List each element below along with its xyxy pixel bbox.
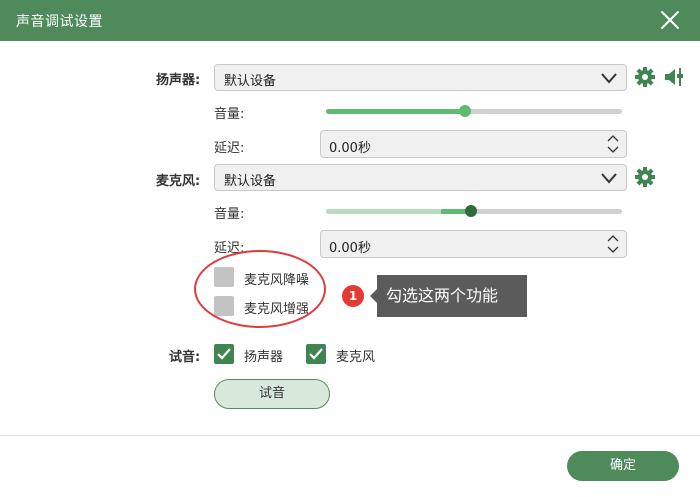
chevron-down-icon	[601, 73, 617, 84]
speaker-volume-mixer-icon[interactable]	[663, 65, 685, 87]
test-microphone-label: 麦克风	[336, 350, 376, 365]
chevron-down-icon[interactable]	[607, 146, 619, 154]
speaker-delay-value: 0.00秒	[329, 141, 371, 156]
slider-fill	[326, 109, 466, 114]
chevron-up-icon[interactable]	[607, 234, 619, 242]
microphone-delay-stepper[interactable]: 0.00秒	[320, 230, 627, 258]
microphone-level-meter	[326, 209, 442, 214]
test-speaker-checkbox[interactable]	[214, 344, 234, 364]
annotation-text: 勾选这两个功能	[386, 286, 499, 305]
speaker-delay-label: 延迟:	[214, 141, 245, 156]
microphone-delay-value: 0.00秒	[329, 241, 371, 256]
speaker-label: 扬声器:	[156, 73, 201, 88]
test-speaker-label: 扬声器	[244, 350, 284, 365]
chevron-up-icon[interactable]	[607, 134, 619, 142]
annotation-tooltip: 勾选这两个功能	[370, 275, 527, 317]
title-bar: 声音调试设置	[0, 0, 700, 41]
microphone-volume-slider[interactable]	[326, 204, 622, 218]
chevron-down-icon	[601, 173, 617, 184]
microphone-device-select[interactable]: 默认设备	[214, 164, 627, 191]
step-badge: 1	[342, 285, 364, 307]
microphone-device-value: 默认设备	[224, 174, 277, 189]
chevron-down-icon[interactable]	[607, 246, 619, 254]
slider-knob[interactable]	[459, 105, 472, 117]
speaker-device-select[interactable]: 默认设备	[214, 64, 627, 91]
check-icon	[217, 348, 231, 360]
speaker-volume-label: 音量:	[214, 107, 245, 122]
speaker-device-value: 默认设备	[224, 74, 277, 89]
microphone-label: 麦克风:	[156, 174, 201, 189]
ok-button[interactable]: 确定	[567, 451, 679, 481]
test-microphone-checkbox[interactable]	[306, 344, 326, 364]
window-title: 声音调试设置	[16, 14, 103, 30]
highlight-oval	[194, 250, 326, 328]
speaker-settings-gear-icon[interactable]	[634, 66, 656, 88]
slider-knob[interactable]	[465, 205, 478, 217]
test-sound-button[interactable]: 试音	[214, 379, 330, 409]
speaker-volume-slider[interactable]	[326, 104, 622, 118]
speaker-delay-stepper[interactable]: 0.00秒	[320, 130, 627, 158]
check-icon	[309, 348, 323, 360]
test-label: 试音:	[169, 350, 201, 365]
close-icon[interactable]	[654, 4, 686, 36]
microphone-volume-label: 音量:	[214, 207, 245, 222]
footer-divider	[0, 435, 700, 436]
microphone-settings-gear-icon[interactable]	[634, 166, 656, 188]
